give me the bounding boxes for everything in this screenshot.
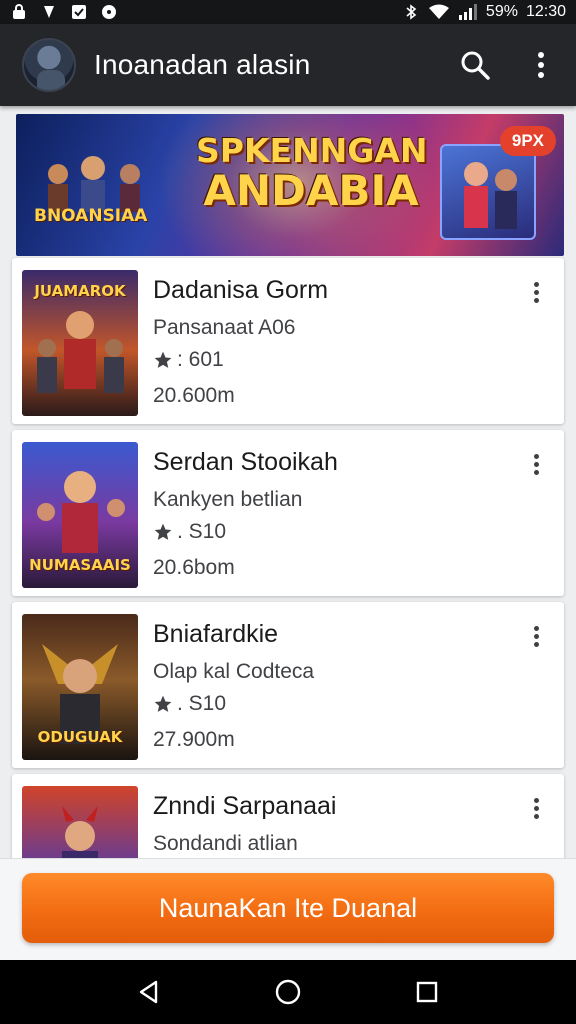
bluetooth-icon [406, 4, 417, 20]
game-thumbnail: ODUGUAK [22, 614, 138, 760]
more-vert-icon[interactable] [524, 622, 548, 650]
game-subtitle: Pansanaat A06 [153, 316, 296, 339]
home-button[interactable] [268, 972, 308, 1012]
back-triangle-icon [140, 980, 158, 1004]
banner-badge: 9PX [499, 126, 556, 156]
more-vert-icon[interactable] [524, 794, 548, 822]
game-title: Dadanisa Gorm [153, 276, 329, 304]
game-rating: : 601 [153, 348, 224, 372]
star-icon [154, 523, 172, 540]
banner-character-art [440, 144, 536, 240]
status-bar: 59% 12:30 [0, 0, 576, 24]
notification-icon [44, 6, 54, 18]
game-rating: . S10 [153, 692, 226, 716]
clock: 12:30 [525, 3, 566, 20]
game-title: Bniafardkie [153, 620, 279, 648]
app-bar: Inoanadan alasin [0, 24, 576, 106]
promo-banner[interactable]: SPKENNGAN ANDABIA BNOANSIAA 9PX [16, 114, 564, 256]
game-size: 20.6bom [153, 556, 235, 579]
bottom-action-bar: NaunaKan Ite Duanal [0, 858, 576, 960]
lock-icon [13, 4, 25, 19]
search-button[interactable] [458, 48, 492, 82]
game-thumbnail [22, 786, 138, 858]
avatar[interactable] [22, 38, 76, 92]
game-size: 27.900m [153, 728, 235, 751]
game-list-content: SPKENNGAN ANDABIA BNOANSIAA 9PX JUAMAROK… [0, 106, 576, 858]
wifi-icon [428, 4, 449, 19]
game-subtitle: Kankyen betlian [153, 488, 303, 511]
star-icon [154, 695, 172, 712]
system-nav-bar [0, 960, 576, 1024]
recents-square-icon [416, 981, 437, 1003]
signal-icon [458, 4, 477, 20]
checkbox-icon [72, 5, 86, 19]
game-subtitle: Olap kal Codteca [153, 660, 315, 683]
more-vert-icon [538, 52, 544, 78]
game-thumbnail: NUMASAAIS [22, 442, 138, 588]
banner-logo: BNOANSIAA [34, 206, 148, 226]
game-card[interactable]: NUMASAAIS Serdan Stooikah Kankyen betlia… [12, 430, 564, 596]
app-title: Inoanadan alasin [94, 49, 311, 80]
banner-title: SPKENNGAN ANDABIA [196, 131, 428, 215]
game-subtitle: Sondandi atlian [153, 832, 298, 855]
star-icon [154, 351, 172, 368]
home-circle-icon [275, 979, 301, 1005]
game-size: 20.600m [153, 384, 235, 407]
game-card[interactable]: Znndi Sarpanaai Sondandi atlian [12, 774, 564, 858]
search-icon [461, 51, 490, 80]
game-title: Serdan Stooikah [153, 448, 338, 476]
game-thumbnail: JUAMAROK [22, 270, 138, 416]
primary-action-button[interactable]: NaunaKan Ite Duanal [22, 873, 554, 943]
overflow-menu-button[interactable] [524, 48, 558, 82]
more-vert-icon[interactable] [524, 278, 548, 306]
more-vert-icon[interactable] [524, 450, 548, 478]
circle-icon [102, 5, 116, 19]
recents-button[interactable] [407, 972, 447, 1012]
heroes-illustration [48, 156, 140, 212]
battery-percent: 59% [485, 3, 518, 20]
back-button[interactable] [129, 972, 169, 1012]
game-title: Znndi Sarpanaai [153, 792, 337, 820]
game-card[interactable]: ODUGUAK Bniafardkie Olap kal Codteca . S… [12, 602, 564, 768]
game-rating: . S10 [153, 520, 226, 544]
game-card[interactable]: JUAMAROK Dadanisa Gorm Pansanaat A06 : 6… [12, 258, 564, 424]
